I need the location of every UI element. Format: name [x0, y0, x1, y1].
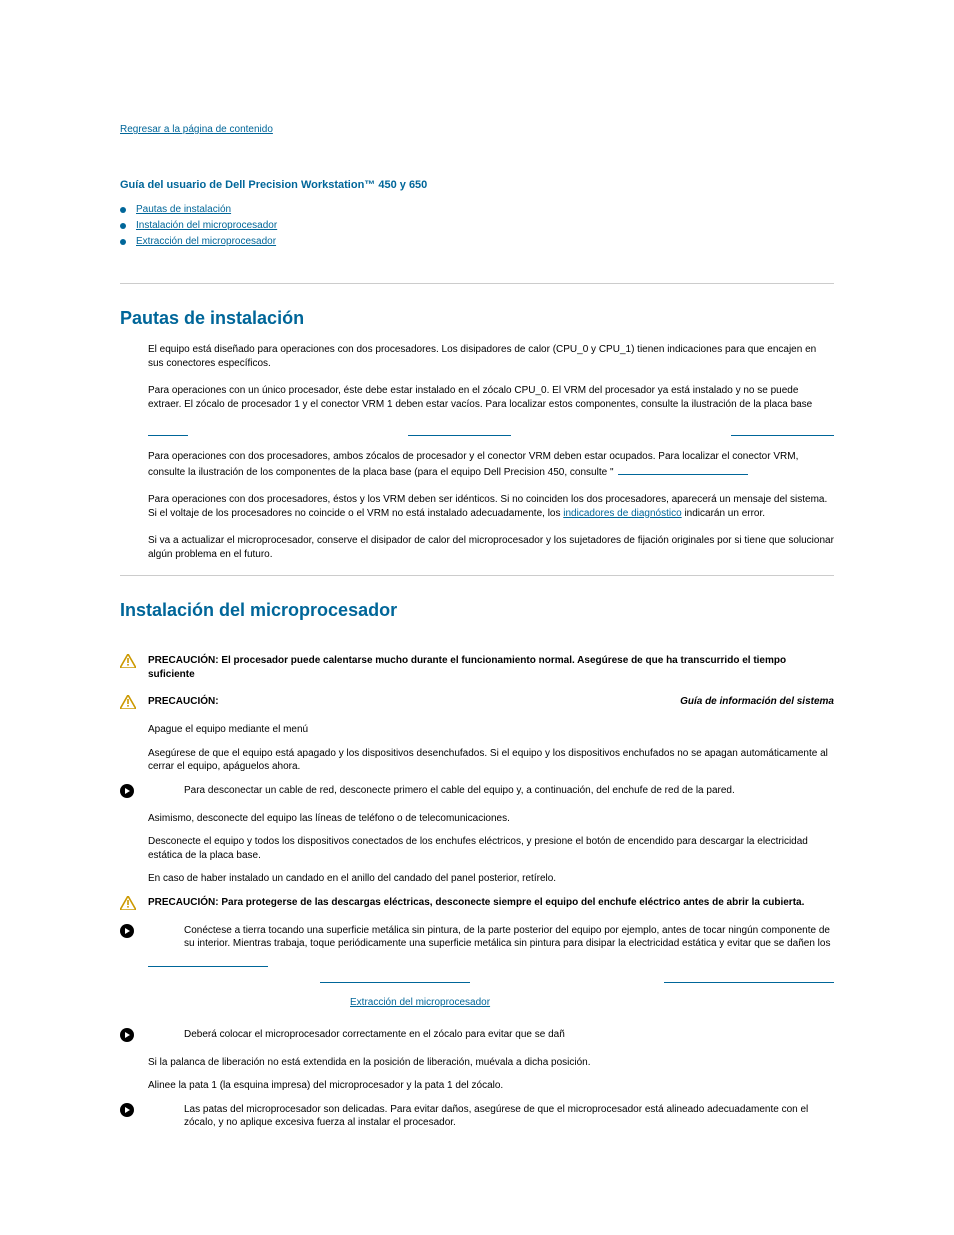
text: indicarán un error.: [682, 508, 765, 519]
notice-callout: Las patas del microprocesador son delica…: [120, 1103, 834, 1130]
caution-icon: [120, 896, 136, 910]
notice-text: Conéctese a tierra tocando una superfici…: [148, 924, 834, 951]
notice-icon: [120, 1028, 136, 1042]
notice-text: Las patas del microprocesador son delica…: [148, 1103, 834, 1130]
caution-callout: PRECAUCIÓN: Guía de información del sist…: [120, 695, 834, 709]
section-heading-pautas: Pautas de instalación: [120, 308, 834, 329]
paragraph: Para operaciones con dos procesadores, é…: [148, 493, 834, 520]
link-row: [320, 981, 834, 983]
step: Asegúrese de que el equipo está apagado …: [148, 747, 834, 774]
caution-callout: PRECAUCIÓN: Para protegerse de las desca…: [120, 896, 834, 910]
divider: [120, 283, 834, 284]
toc: Pautas de instalación Instalación del mi…: [120, 203, 834, 249]
toc-link-extraccion[interactable]: Extracción del microprocesador: [136, 235, 276, 249]
bullet-icon: [120, 239, 126, 245]
notice-icon: [120, 784, 136, 798]
paragraph: El equipo está diseñado para operaciones…: [148, 343, 834, 370]
toc-item: Extracción del microprocesador: [120, 235, 834, 249]
back-to-contents-link[interactable]: Regresar a la página de contenido: [120, 124, 273, 135]
notice-callout: Para desconectar un cable de red, descon…: [120, 784, 834, 798]
link-fragment[interactable]: [731, 425, 834, 436]
extraction-link[interactable]: Extracción del microprocesador: [350, 997, 490, 1008]
bullet-icon: [120, 223, 126, 229]
link-fragment[interactable]: [664, 981, 834, 983]
section-heading-instalacion: Instalación del microprocesador: [120, 600, 834, 621]
toc-item: Instalación del microprocesador: [120, 219, 834, 233]
breadcrumb-top: Regresar a la página de contenido: [120, 124, 834, 135]
extraction-link-row: Extracción del microprocesador: [350, 997, 834, 1008]
toc-link-instalacion[interactable]: Instalación del microprocesador: [136, 219, 277, 233]
step: Asimismo, desconecte del equipo las líne…: [148, 812, 834, 826]
link-fragment[interactable]: [408, 425, 511, 436]
caution-icon: [120, 654, 136, 668]
caution-text: PRECAUCIÓN: Guía de información del sist…: [148, 695, 834, 709]
paragraph: Si va a actualizar el microprocesador, c…: [148, 534, 834, 561]
paragraph: Para operaciones con un único procesador…: [148, 384, 834, 411]
paragraph: Para operaciones con dos procesadores, a…: [148, 450, 834, 479]
link-fragment[interactable]: [320, 981, 470, 983]
link-fragment[interactable]: [148, 425, 188, 436]
notice-icon: [120, 924, 136, 938]
guide-title: Guía del usuario de Dell Precision Works…: [120, 179, 834, 191]
notice-callout: Conéctese a tierra tocando una superfici…: [120, 924, 834, 951]
step: Apague el equipo mediante el menú: [148, 723, 834, 737]
notice-text: Deberá colocar el microprocesador correc…: [148, 1028, 834, 1042]
caution-text: PRECAUCIÓN: Para protegerse de las desca…: [148, 896, 834, 910]
step: En caso de haber instalado un candado en…: [148, 872, 834, 886]
toc-item: Pautas de instalación: [120, 203, 834, 217]
bullet-icon: [120, 207, 126, 213]
step: Desconecte el equipo y todos los disposi…: [148, 835, 834, 862]
toc-link-pautas[interactable]: Pautas de instalación: [136, 203, 231, 217]
link-fragment[interactable]: [618, 464, 748, 475]
system-info-guide: Guía de información del sistema: [680, 695, 834, 709]
caution-icon: [120, 695, 136, 709]
notice-text: Para desconectar un cable de red, descon…: [148, 784, 834, 798]
step: Alinee la pata 1 (la esquina impresa) de…: [148, 1079, 834, 1093]
text: Para operaciones con un único procesador…: [148, 385, 812, 410]
divider: [120, 575, 834, 576]
notice-callout: Deberá colocar el microprocesador correc…: [120, 1028, 834, 1042]
caution-callout: PRECAUCIÓN: El procesador puede calentar…: [120, 654, 834, 681]
link-fragment[interactable]: [148, 965, 268, 967]
caution-text: PRECAUCIÓN: El procesador puede calentar…: [148, 654, 834, 681]
document-page: Regresar a la página de contenido Guía d…: [0, 0, 954, 1184]
step: Si la palanca de liberación no está exte…: [148, 1056, 834, 1070]
notice-icon: [120, 1103, 136, 1117]
diagnostic-indicators-link[interactable]: indicadores de diagnóstico: [563, 508, 681, 519]
